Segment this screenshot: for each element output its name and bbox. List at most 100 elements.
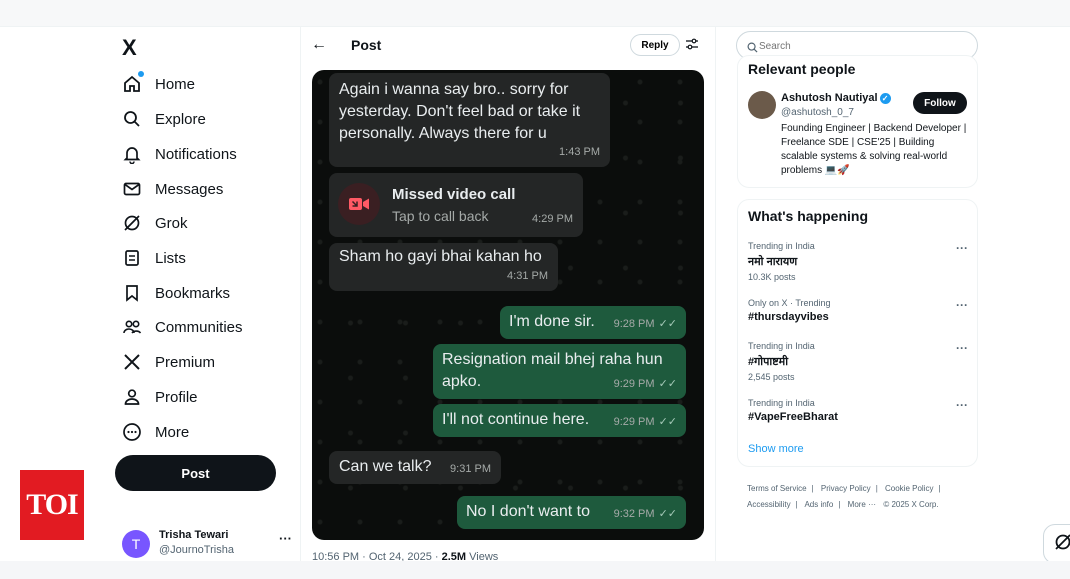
sidebar-item-label: Grok (155, 214, 188, 232)
trend-item[interactable]: Trending in India #VapeFreeBharat ··· (748, 398, 968, 423)
more-link[interactable]: More ··· (848, 500, 876, 509)
person-icon (122, 387, 142, 407)
missed-call-title: Missed video call (392, 186, 516, 203)
message-time: 4:29 PM (532, 213, 573, 225)
whats-happening-card: What's happening Trending in India नमो न… (737, 199, 978, 467)
chat-screenshot[interactable]: Again i wanna say bro.. sorry for yester… (312, 70, 704, 540)
trend-item[interactable]: Trending in India #गोपाष्टमी 2,545 posts… (748, 341, 968, 382)
sidebar-item-premium[interactable]: Premium (122, 349, 215, 375)
list-icon (122, 248, 142, 268)
sidebar-item-label: More (155, 423, 190, 441)
account-switcher[interactable]: T Trisha Tewari @JournoTrisha ··· (122, 527, 292, 561)
people-icon (122, 317, 142, 337)
trend-name: #गोपाष्टमी (748, 356, 789, 368)
more-icon[interactable]: ··· (956, 341, 968, 355)
message-text: I'll not continue here. (442, 411, 590, 428)
footer-separator: | (938, 484, 941, 493)
message-text: Can we talk? (339, 458, 432, 475)
trend-count: 2,545 posts (748, 372, 795, 382)
relevant-people-card: Relevant people Ashutosh Nautiyal ✓ @ashu… (737, 55, 978, 188)
outgoing-message: I'm done sir. 9:28 PM ✓✓ (500, 306, 686, 339)
user-handle: @ashutosh_0_7 (781, 107, 854, 118)
sidebar-item-grok[interactable]: Grok (122, 210, 188, 236)
more-icon[interactable]: ··· (956, 241, 968, 255)
sidebar-item-bookmarks[interactable]: Bookmarks (122, 280, 230, 306)
read-ticks-icon: ✓✓ (658, 378, 677, 390)
missed-call-card[interactable]: Missed video call Tap to call back 4:29 … (329, 173, 583, 237)
trend-name: नमो नारायण (748, 256, 798, 268)
account-name: Trisha Tewari (159, 529, 229, 541)
account-handle: @JournoTrisha (159, 544, 234, 556)
message-time: 9:31 PM (450, 463, 491, 475)
sidebar-item-lists[interactable]: Lists (122, 245, 186, 271)
message-time: 9:29 PM ✓✓ (614, 411, 677, 433)
trend-item[interactable]: Only on X · Trending #thursdayvibes ··· (748, 298, 968, 323)
post-detail: ← Post Reply Again i wanna say bro.. sor… (300, 27, 716, 563)
sidebar-item-profile[interactable]: Profile (122, 384, 198, 410)
page-title: Post (351, 37, 382, 53)
sidebar-item-home[interactable]: Home (122, 71, 195, 97)
message-time: 9:29 PM ✓✓ (614, 373, 677, 395)
trend-context: Trending in India (748, 398, 815, 408)
sliders-icon[interactable] (685, 37, 699, 51)
terms-link[interactable]: Terms of Service (747, 484, 807, 493)
grok-floating-button[interactable] (1043, 524, 1070, 564)
missed-video-call-icon (338, 183, 380, 225)
sidebar-item-label: Lists (155, 249, 186, 267)
bell-icon (122, 144, 142, 165)
read-ticks-icon: ✓✓ (658, 416, 677, 428)
back-arrow-icon[interactable]: ← (311, 36, 327, 54)
x-logo-icon[interactable]: X (122, 36, 146, 60)
search-input[interactable] (759, 38, 959, 54)
incoming-message: Can we talk? 9:31 PM (329, 451, 501, 484)
sidebar-item-label: Premium (155, 353, 216, 371)
sidebar: X Home Explore Notifications Messages Gr… (108, 27, 300, 561)
follow-button[interactable]: Follow (913, 92, 967, 114)
more-circle-icon (122, 422, 142, 442)
message-time-text: 9:29 PM (613, 378, 655, 390)
search-icon (122, 109, 142, 129)
sidebar-item-label: Home (155, 75, 196, 93)
sidebar-item-label: Communities (155, 318, 243, 336)
verified-badge-icon: ✓ (879, 93, 891, 104)
relevant-people-title: Relevant people (748, 61, 856, 77)
trend-item[interactable]: Trending in India नमो नारायण 10.3K posts… (748, 241, 968, 282)
sidebar-item-more[interactable]: More (122, 419, 189, 445)
more-icon[interactable]: ··· (956, 398, 968, 412)
sidebar-item-explore[interactable]: Explore (122, 106, 206, 132)
trend-context: Trending in India (748, 241, 815, 251)
sidebar-item-notifications[interactable]: Notifications (122, 141, 237, 167)
avatar[interactable] (748, 91, 776, 119)
more-icon[interactable]: ··· (279, 531, 292, 546)
message-time-text: 9:32 PM (613, 508, 655, 520)
ads-info-link[interactable]: Ads info (804, 500, 833, 509)
grok-icon (1053, 532, 1070, 557)
outgoing-message: I'll not continue here. 9:29 PM ✓✓ (433, 404, 686, 437)
grok-icon (122, 213, 142, 233)
read-ticks-icon: ✓✓ (658, 508, 677, 520)
footer-separator: | (875, 484, 878, 493)
privacy-link[interactable]: Privacy Policy (821, 484, 871, 493)
user-name[interactable]: Ashutosh Nautiyal ✓ (781, 92, 891, 104)
cookie-link[interactable]: Cookie Policy (885, 484, 933, 493)
message-text: Again i wanna say bro.. sorry for yester… (339, 81, 581, 142)
outgoing-message: Resignation mail bhej raha hun apko. 9:2… (433, 344, 686, 399)
message-time: 9:32 PM ✓✓ (614, 503, 677, 525)
sidebar-item-messages[interactable]: Messages (122, 176, 223, 202)
message-text: No I don't want to (466, 503, 591, 520)
sidebar-item-communities[interactable]: Communities (122, 314, 243, 340)
incoming-message: Sham ho gayi bhai kahan ho 4:31 PM (329, 243, 558, 291)
incoming-message: Again i wanna say bro.. sorry for yester… (329, 73, 610, 167)
show-more-link[interactable]: Show more (748, 443, 804, 455)
home-icon (122, 71, 144, 94)
accessibility-link[interactable]: Accessibility (747, 500, 791, 509)
notification-dot (138, 71, 144, 77)
post-button[interactable]: Post (115, 455, 276, 491)
reply-button[interactable]: Reply (630, 34, 680, 56)
more-icon[interactable]: ··· (956, 298, 968, 312)
trend-context: Trending in India (748, 341, 815, 351)
sidebar-item-label: Bookmarks (155, 284, 231, 302)
user-name-text: Ashutosh Nautiyal (781, 92, 878, 104)
user-bio: Founding Engineer | Backend Developer | … (781, 123, 967, 176)
x-icon (122, 352, 142, 372)
